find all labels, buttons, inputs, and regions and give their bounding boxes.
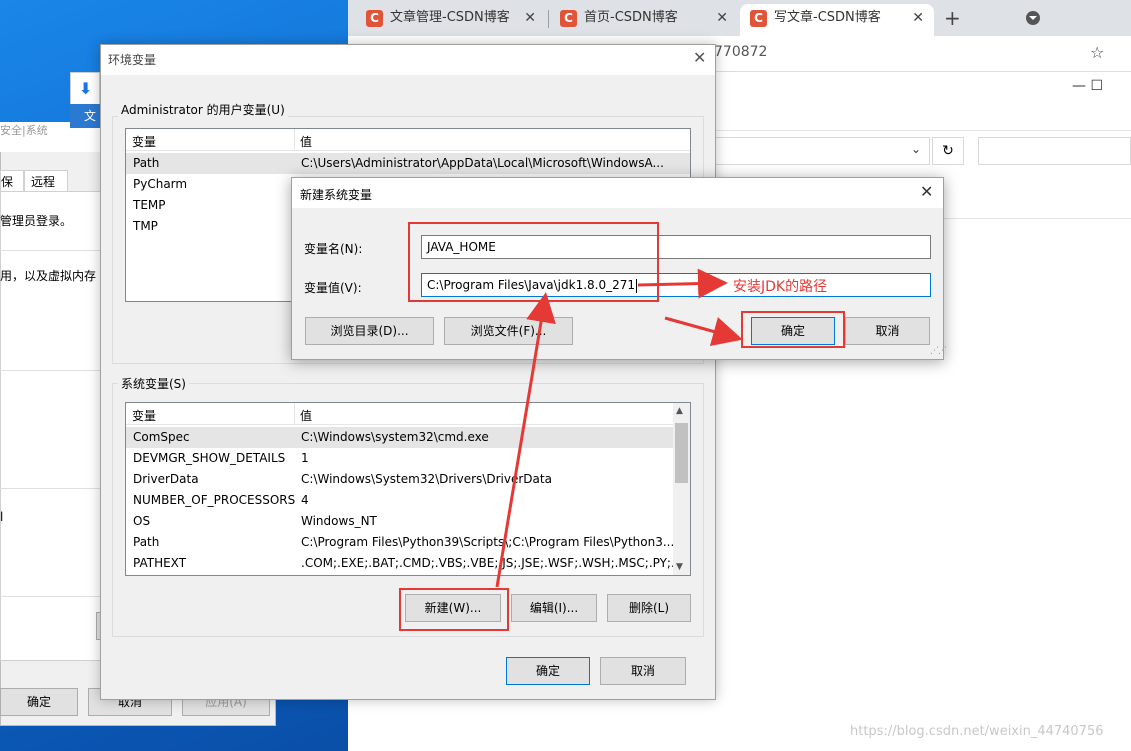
arrow-to-label xyxy=(637,268,728,299)
annotation-label: 安装JDK的路径 xyxy=(733,279,828,295)
arrow-from-new xyxy=(495,292,556,588)
annotation-arrows xyxy=(495,268,743,588)
arrow-to-ok xyxy=(664,316,743,347)
watermark: https://blog.csdn.net/weixin_44740756 xyxy=(850,724,1104,739)
